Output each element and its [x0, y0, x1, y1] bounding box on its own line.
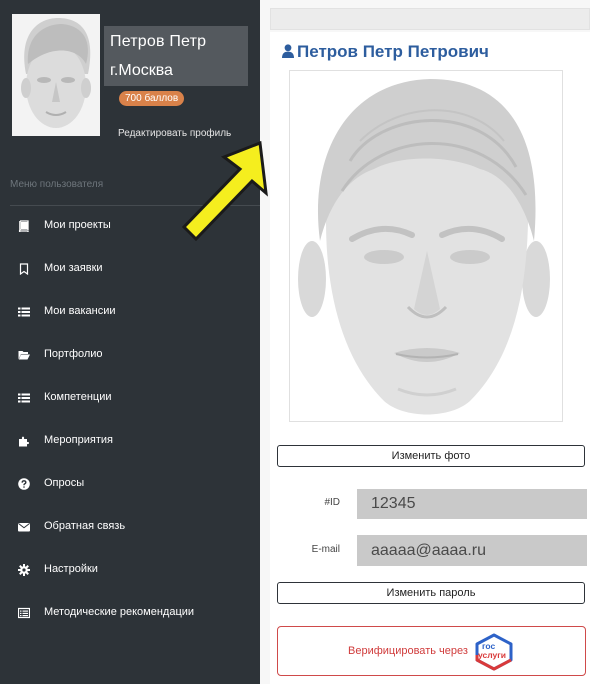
sidebar-item-guidelines[interactable]: Методические рекомендации	[0, 592, 260, 635]
list-icon	[18, 307, 30, 317]
sidebar: Петров Петр г.Москва 700 баллов Редактир…	[0, 0, 260, 684]
sidebar-item-competencies[interactable]: Компетенции	[0, 377, 260, 420]
id-label: #ID	[324, 497, 340, 508]
user-name: Петров Петр	[110, 33, 207, 50]
gosuslugi-logo-line2: услуги	[478, 650, 506, 660]
sidebar-item-surveys[interactable]: Опросы	[0, 463, 260, 506]
profile-full-name: Петров Петр Петрович	[297, 42, 489, 61]
bookmark-icon	[19, 263, 29, 275]
sidebar-item-label: Методические рекомендации	[44, 606, 195, 618]
profile-head-image	[290, 71, 562, 421]
id-field[interactable]	[357, 489, 587, 519]
sidebar-item-label: Мои вакансии	[44, 305, 116, 317]
folder-open-icon	[18, 351, 30, 360]
question-circle-icon	[18, 478, 30, 490]
sidebar-item-label: Мои проекты	[44, 219, 111, 231]
user-city: г.Москва	[110, 62, 173, 79]
sidebar-item-label: Настройки	[44, 563, 98, 575]
gear-icon	[18, 564, 30, 576]
sidebar-item-my-applications[interactable]: Мои заявки	[0, 248, 260, 291]
change-photo-button[interactable]: Изменить фото	[277, 445, 585, 467]
top-bar	[270, 8, 590, 30]
sidebar-menu: Мои проекты Мои заявки Мои вакансии Порт…	[0, 205, 260, 635]
sidebar-item-events[interactable]: Мероприятия	[0, 420, 260, 463]
user-info-box: Петров Петр г.Москва	[104, 26, 248, 86]
verify-label: Верифицировать через	[348, 645, 468, 657]
avatar[interactable]	[12, 14, 100, 136]
sidebar-item-feedback[interactable]: Обратная связь	[0, 506, 260, 549]
user-icon	[282, 44, 294, 58]
menu-heading: Меню пользователя	[10, 179, 104, 190]
sidebar-item-settings[interactable]: Настройки	[0, 549, 260, 592]
email-label: E-mail	[311, 544, 340, 555]
edit-profile-link[interactable]: Редактировать профиль	[118, 128, 231, 139]
change-password-button[interactable]: Изменить пароль	[277, 582, 585, 604]
app-root: Петров Петр г.Москва 700 баллов Редактир…	[0, 0, 590, 684]
verify-gosuslugi-button[interactable]: Верифицировать через гос услуги	[277, 626, 586, 676]
puzzle-icon	[19, 436, 29, 447]
profile-title: Петров Петр Петрович	[282, 42, 489, 62]
envelope-icon	[18, 523, 30, 532]
sidebar-item-my-vacancies[interactable]: Мои вакансии	[0, 291, 260, 334]
list-alt-icon	[18, 607, 30, 619]
sidebar-item-label: Портфолио	[44, 348, 103, 360]
sidebar-item-label: Опросы	[44, 477, 85, 489]
sidebar-item-label: Мероприятия	[44, 434, 113, 446]
gosuslugi-logo: гос услуги	[475, 633, 513, 671]
sidebar-item-label: Компетенции	[44, 391, 112, 403]
avatar-head-image	[12, 14, 100, 136]
points-badge: 700 баллов	[119, 91, 185, 106]
sidebar-item-label: Обратная связь	[44, 520, 126, 532]
list-icon	[18, 393, 30, 403]
book-icon	[18, 220, 29, 232]
sidebar-item-label: Мои заявки	[44, 262, 103, 274]
email-field[interactable]	[357, 535, 587, 566]
profile-photo	[289, 70, 563, 422]
sidebar-item-portfolio[interactable]: Портфолио	[0, 334, 260, 377]
sidebar-item-my-projects[interactable]: Мои проекты	[0, 205, 260, 248]
